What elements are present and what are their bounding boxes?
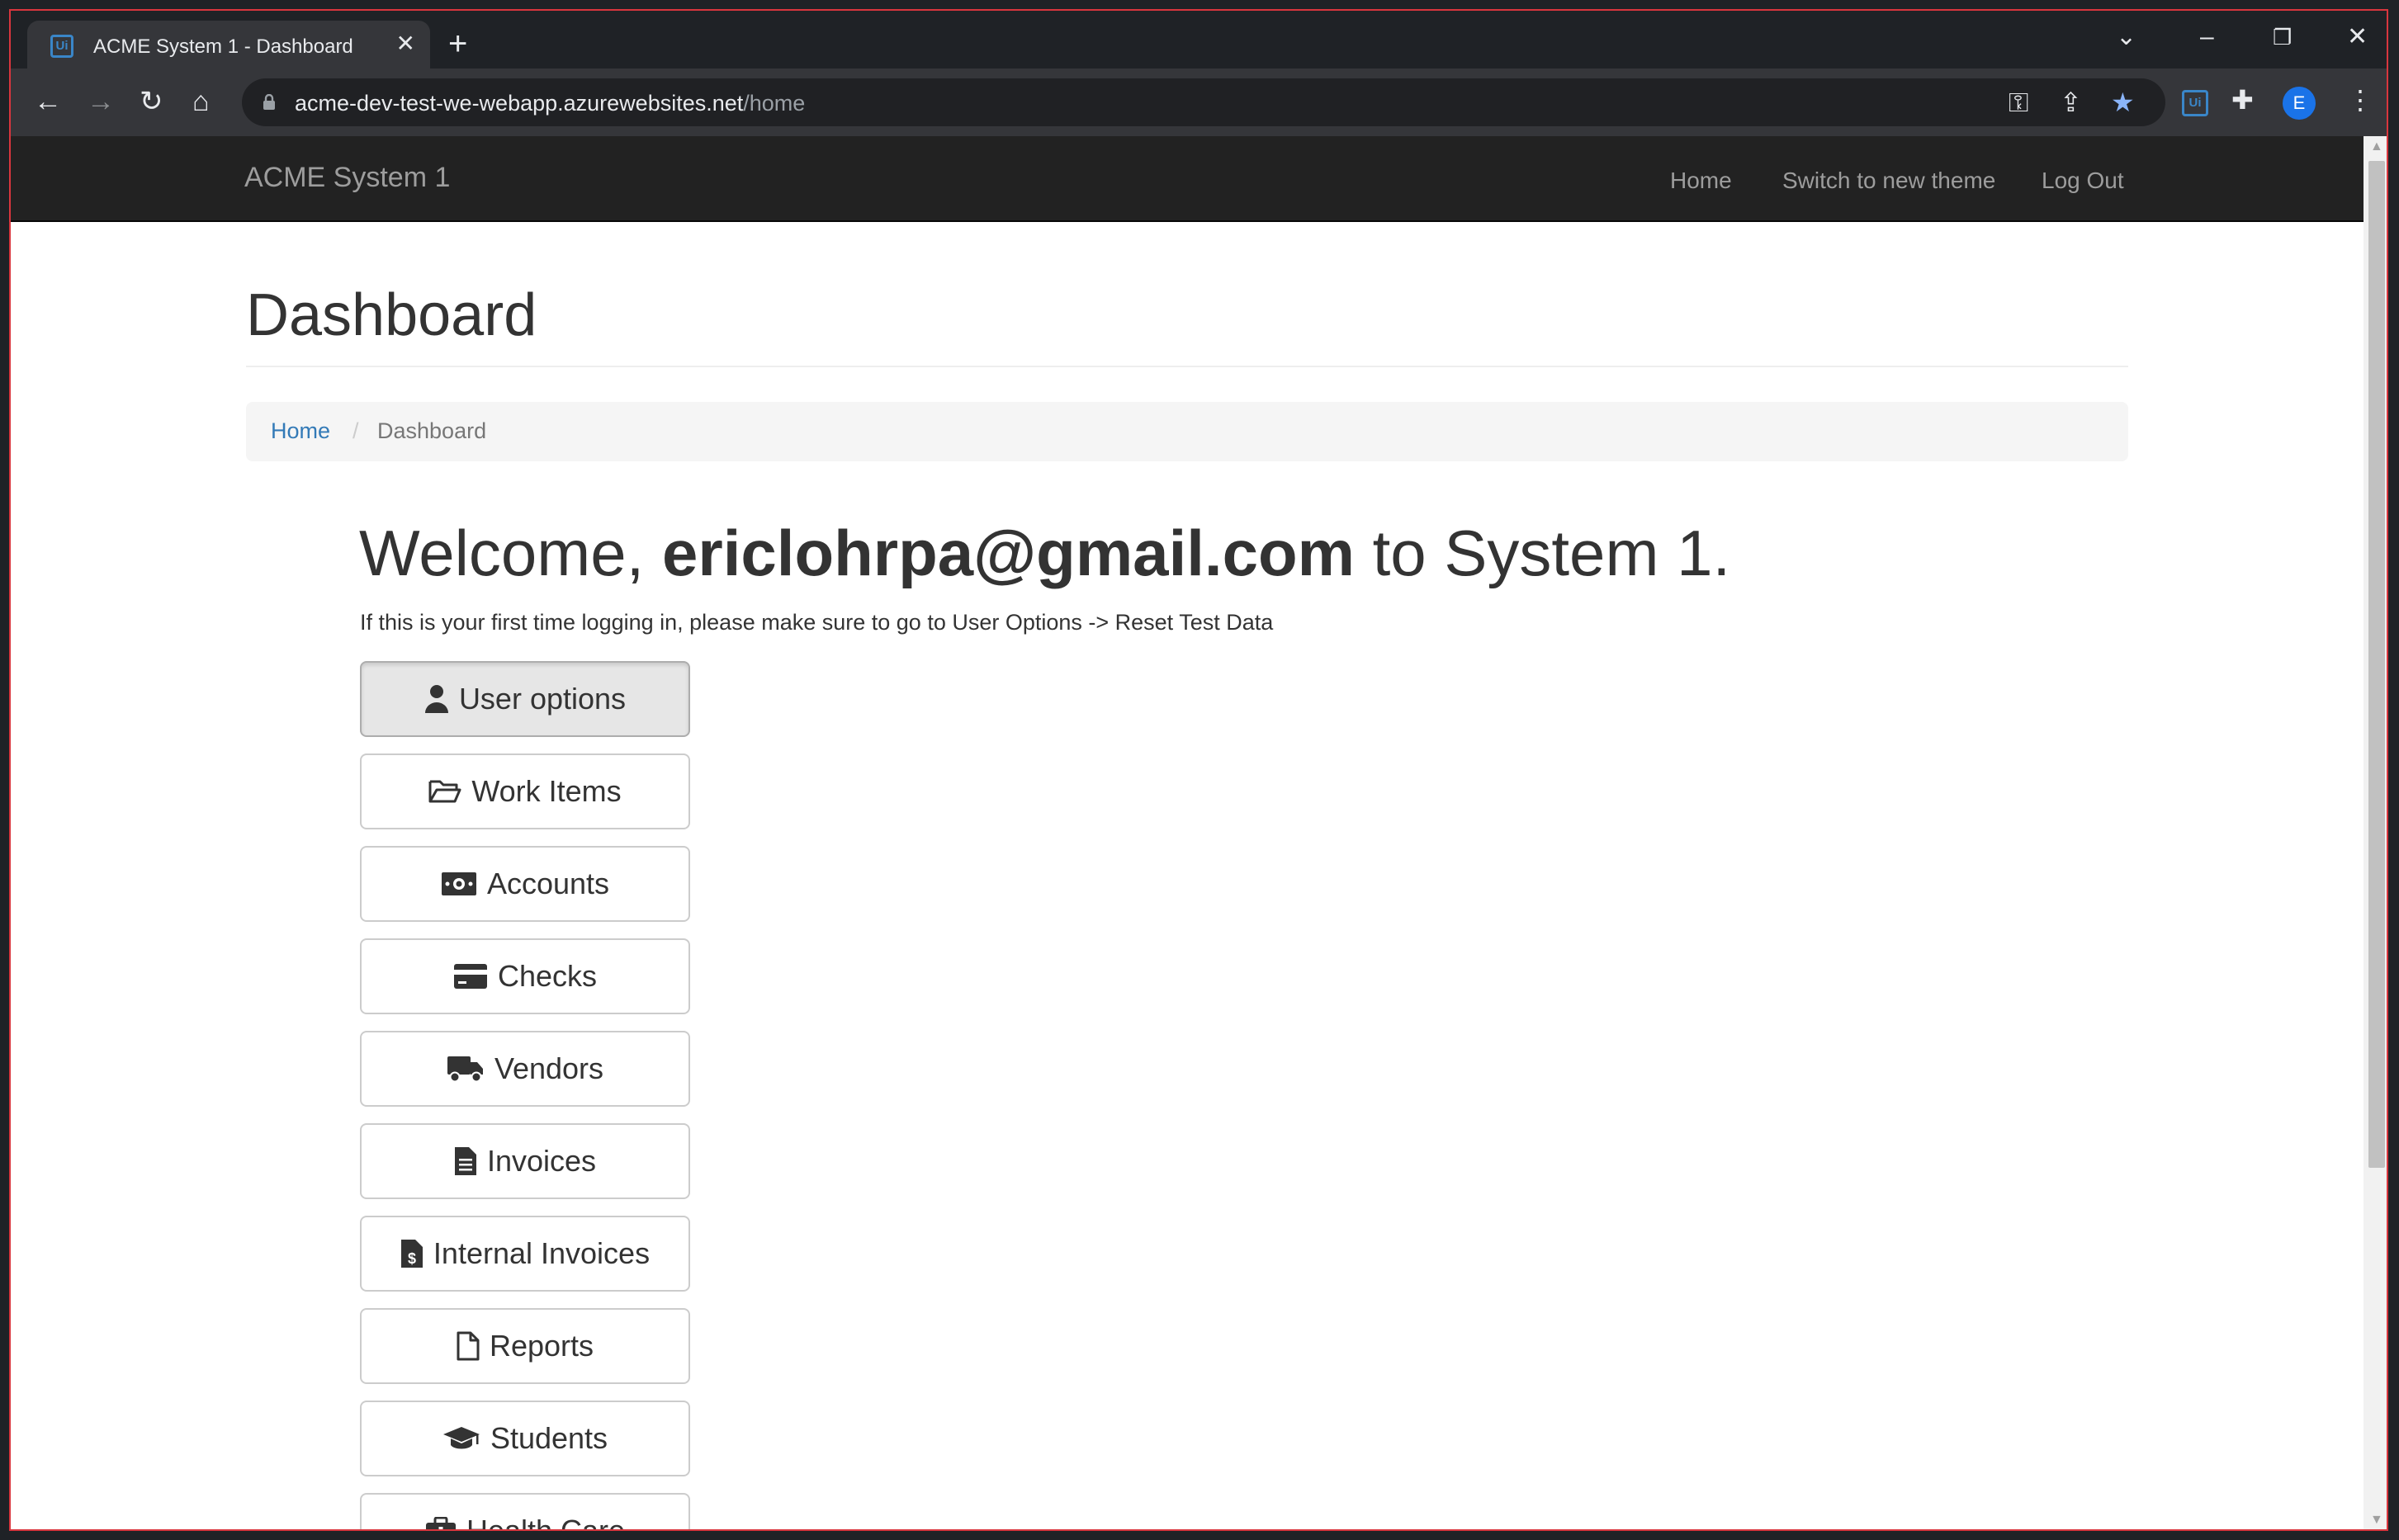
reports-button[interactable]: Reports <box>360 1308 690 1384</box>
truck-icon <box>447 1056 483 1083</box>
file-invoice-dollar-icon: $ <box>400 1240 423 1268</box>
horizontal-scrollbar-thumb[interactable] <box>688 1529 944 1531</box>
button-label: Students <box>490 1421 608 1455</box>
button-label: Invoices <box>486 1144 597 1178</box>
navbar-brand[interactable]: ACME System 1 <box>244 162 450 194</box>
page-title: Dashboard <box>246 282 537 348</box>
breadcrumb-current: Dashboard <box>377 418 487 443</box>
button-label: Internal Invoices <box>433 1236 651 1270</box>
uipath-extension-icon[interactable]: Ui <box>2182 90 2208 116</box>
students-button[interactable]: Students <box>360 1401 690 1476</box>
forward-icon[interactable]: → <box>87 85 115 118</box>
uipath-favicon-icon: Ui <box>50 35 73 58</box>
reload-icon[interactable]: ↻ <box>140 85 163 118</box>
scroll-down-icon[interactable]: ▼ <box>2370 1513 2383 1528</box>
browser-window: Ui ACME System 1 - Dashboard ✕ + ⌄ – ❐ ✕… <box>9 9 2388 1531</box>
button-label: Reports <box>489 1329 594 1363</box>
tab-search-chevron-icon[interactable]: ⌄ <box>2116 22 2136 52</box>
credit-card-icon <box>453 964 487 989</box>
medkit-icon <box>425 1517 456 1529</box>
top-navbar: ACME System 1 Home Switch to new theme L… <box>11 136 2364 222</box>
scroll-up-icon[interactable]: ▲ <box>2370 139 2383 154</box>
breadcrumb-separator: / <box>353 418 359 443</box>
home-icon[interactable]: ⌂ <box>192 85 210 118</box>
button-label: Accounts <box>486 867 610 900</box>
browser-tab-active[interactable]: Ui ACME System 1 - Dashboard ✕ <box>27 21 430 68</box>
button-label: Checks <box>497 959 598 993</box>
first-login-note: If this is your first time logging in, p… <box>360 610 1274 635</box>
title-divider <box>246 366 2128 367</box>
restore-icon[interactable]: ❐ <box>2273 22 2292 52</box>
vertical-scrollbar[interactable]: ▲ ▼ <box>2364 136 2387 1529</box>
breadcrumb: Home / Dashboard <box>246 402 2128 461</box>
browser-toolbar: ← → ↻ ⌂ acme-dev-test-we-webapp.azureweb… <box>11 68 2387 136</box>
page-viewport: ACME System 1 Home Switch to new theme L… <box>11 136 2364 1531</box>
share-icon[interactable]: ⇪ <box>2060 87 2082 117</box>
key-icon[interactable]: ⚿ <box>2009 87 2028 117</box>
user-icon <box>424 685 448 713</box>
button-label: Work Items <box>471 774 622 808</box>
money-icon <box>441 872 476 895</box>
nav-link-home[interactable]: Home <box>1670 168 1732 194</box>
back-icon[interactable]: ← <box>34 85 62 118</box>
vendors-button[interactable]: Vendors <box>360 1031 690 1107</box>
file-icon <box>457 1331 480 1361</box>
button-label: Vendors <box>494 1051 604 1085</box>
internal-invoices-button[interactable]: $ Internal Invoices <box>360 1216 690 1292</box>
minimize-icon[interactable]: – <box>2200 22 2214 52</box>
work-items-button[interactable]: Work Items <box>360 753 690 829</box>
scrollbar-thumb[interactable] <box>2368 161 2385 1168</box>
tab-close-icon[interactable]: ✕ <box>396 31 415 57</box>
close-window-icon[interactable]: ✕ <box>2347 22 2368 52</box>
checks-button[interactable]: Checks <box>360 938 690 1014</box>
user-options-button[interactable]: User options <box>360 661 690 737</box>
accounts-button[interactable]: Accounts <box>360 846 690 922</box>
welcome-suffix: to System 1. <box>1354 517 1731 589</box>
nav-link-switch-theme[interactable]: Switch to new theme <box>1782 168 1995 194</box>
tab-title: ACME System 1 - Dashboard <box>93 35 353 58</box>
button-label: Health Care <box>466 1514 626 1531</box>
new-tab-icon[interactable]: + <box>448 27 467 60</box>
invoices-button[interactable]: Invoices <box>360 1123 690 1199</box>
health-care-button[interactable]: Health Care <box>360 1493 690 1531</box>
extensions-puzzle-icon[interactable]: ✚ <box>2231 85 2254 115</box>
button-label: User options <box>458 682 627 716</box>
lock-icon <box>263 94 275 110</box>
graduation-cap-icon <box>442 1427 480 1449</box>
profile-avatar[interactable]: E <box>2283 87 2316 120</box>
url-text: acme-dev-test-we-webapp.azurewebsites.ne… <box>295 91 806 116</box>
address-bar[interactable]: acme-dev-test-we-webapp.azurewebsites.ne… <box>242 78 2165 126</box>
folder-open-icon <box>428 780 461 803</box>
bookmark-star-icon[interactable]: ★ <box>2111 87 2135 117</box>
svg-text:$: $ <box>408 1250 416 1267</box>
welcome-user-email: ericlohrpa@gmail.com <box>662 517 1355 589</box>
menu-kebab-icon[interactable]: ⋮ <box>2347 85 2373 115</box>
file-text-icon <box>454 1147 476 1175</box>
breadcrumb-home-link[interactable]: Home <box>271 418 330 444</box>
welcome-heading: Welcome, ericlohrpa@gmail.com to System … <box>359 516 1730 591</box>
tab-strip: Ui ACME System 1 - Dashboard ✕ + ⌄ – ❐ ✕ <box>11 11 2387 68</box>
nav-link-log-out[interactable]: Log Out <box>2042 168 2124 194</box>
welcome-prefix: Welcome, <box>359 517 662 589</box>
